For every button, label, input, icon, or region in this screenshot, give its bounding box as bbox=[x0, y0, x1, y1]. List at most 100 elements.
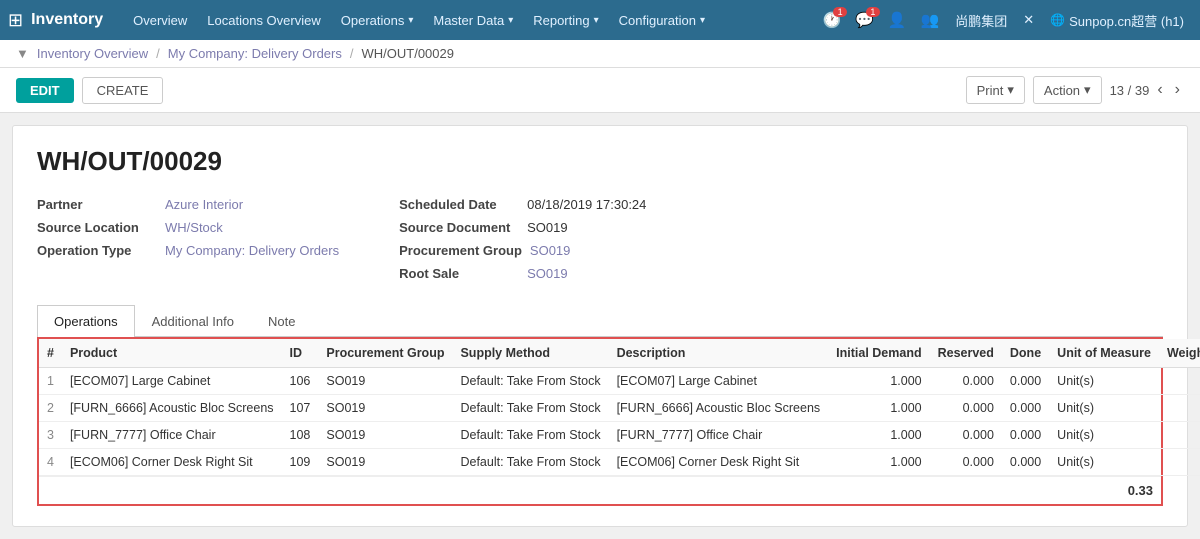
user-icon[interactable]: 👤 bbox=[882, 7, 913, 33]
scheduled-date-label: Scheduled Date bbox=[399, 197, 519, 212]
operation-type-label: Operation Type bbox=[37, 243, 157, 258]
col-num: # bbox=[39, 339, 62, 368]
breadcrumb-delivery-orders[interactable]: My Company: Delivery Orders bbox=[168, 46, 342, 61]
chat-icon[interactable]: 💬1 bbox=[849, 7, 880, 33]
company-name[interactable]: 尚鹏集团 bbox=[947, 11, 1015, 30]
toolbar: EDIT CREATE Print ▾ Action ▾ 13 / 39 ‹ › bbox=[0, 68, 1200, 113]
nav-item-operations[interactable]: Operations ▾ bbox=[331, 0, 424, 40]
create-button[interactable]: CREATE bbox=[82, 77, 164, 104]
chevron-down-icon: ▾ bbox=[700, 15, 705, 26]
source-document-field: Source Document SO019 bbox=[399, 220, 646, 235]
cell-initial-demand: 1.000 bbox=[828, 449, 929, 476]
cell-initial-demand: 1.000 bbox=[828, 422, 929, 449]
nav-item-configuration[interactable]: Configuration ▾ bbox=[609, 0, 715, 40]
chevron-down-icon: ▾ bbox=[1084, 82, 1091, 98]
breadcrumb-collapse-icon[interactable]: ▼ bbox=[16, 46, 29, 61]
procurement-group-label: Procurement Group bbox=[399, 243, 522, 258]
right-fields: Scheduled Date 08/18/2019 17:30:24 Sourc… bbox=[399, 197, 646, 281]
cell-id: 109 bbox=[282, 449, 319, 476]
source-document-label: Source Document bbox=[399, 220, 519, 235]
cell-weight-demand: 0.00 bbox=[1159, 395, 1200, 422]
operation-type-field: Operation Type My Company: Delivery Orde… bbox=[37, 243, 339, 258]
scheduled-date-value: 08/18/2019 17:30:24 bbox=[527, 197, 646, 212]
cell-proc-group: SO019 bbox=[318, 422, 452, 449]
root-sale-field: Root Sale SO019 bbox=[399, 266, 646, 281]
table-row: 4 [ECOM06] Corner Desk Right Sit 109 SO0… bbox=[39, 449, 1200, 476]
tabs-bar: Operations Additional Info Note bbox=[37, 305, 1163, 337]
scheduled-date-field: Scheduled Date 08/18/2019 17:30:24 bbox=[399, 197, 646, 212]
col-weight-demand: Weight Demand bbox=[1159, 339, 1200, 368]
top-navigation: ⊞ Inventory Overview Locations Overview … bbox=[0, 0, 1200, 40]
nav-item-overview[interactable]: Overview bbox=[123, 0, 197, 40]
procurement-group-field: Procurement Group SO019 bbox=[399, 243, 646, 258]
source-location-value[interactable]: WH/Stock bbox=[165, 220, 223, 235]
cell-product: [ECOM06] Corner Desk Right Sit bbox=[62, 449, 282, 476]
pager-prev-button[interactable]: ‹ bbox=[1153, 81, 1166, 99]
root-sale-value[interactable]: SO019 bbox=[527, 266, 567, 281]
cell-done: 0.000 bbox=[1002, 449, 1049, 476]
cell-product: [FURN_7777] Office Chair bbox=[62, 422, 282, 449]
print-button[interactable]: Print ▾ bbox=[966, 76, 1025, 104]
clock-icon[interactable]: 🕐1 bbox=[816, 7, 847, 33]
operations-tbody: 1 [ECOM07] Large Cabinet 106 SO019 Defau… bbox=[39, 368, 1200, 476]
cell-initial-demand: 1.000 bbox=[828, 368, 929, 395]
col-done: Done bbox=[1002, 339, 1049, 368]
cell-description: [ECOM07] Large Cabinet bbox=[609, 368, 829, 395]
tab-note[interactable]: Note bbox=[251, 305, 312, 337]
partner-value[interactable]: Azure Interior bbox=[165, 197, 243, 212]
cell-uom: Unit(s) bbox=[1049, 449, 1159, 476]
nav-item-reporting[interactable]: Reporting ▾ bbox=[523, 0, 608, 40]
cell-num: 4 bbox=[39, 449, 62, 476]
tab-operations[interactable]: Operations bbox=[37, 305, 135, 337]
cell-description: [ECOM06] Corner Desk Right Sit bbox=[609, 449, 829, 476]
user-name: 🌐 Sunpop.cn超营 (h1) bbox=[1042, 11, 1192, 30]
contacts-icon[interactable]: 👥 bbox=[915, 7, 946, 33]
action-button[interactable]: Action ▾ bbox=[1033, 76, 1102, 104]
cell-weight-demand: 0.00 bbox=[1159, 449, 1200, 476]
nav-item-masterdata[interactable]: Master Data ▾ bbox=[423, 0, 523, 40]
close-icon[interactable]: ✕ bbox=[1017, 8, 1040, 32]
cell-product: [ECOM07] Large Cabinet bbox=[62, 368, 282, 395]
col-id: ID bbox=[282, 339, 319, 368]
cell-uom: Unit(s) bbox=[1049, 395, 1159, 422]
root-sale-label: Root Sale bbox=[399, 266, 519, 281]
chevron-down-icon: ▾ bbox=[408, 15, 413, 26]
breadcrumb-separator: / bbox=[156, 46, 160, 61]
cell-done: 0.000 bbox=[1002, 395, 1049, 422]
breadcrumb: ▼ Inventory Overview / My Company: Deliv… bbox=[0, 40, 1200, 68]
procurement-group-value[interactable]: SO019 bbox=[530, 243, 570, 258]
chevron-down-icon: ▾ bbox=[594, 15, 599, 26]
col-supply-method: Supply Method bbox=[452, 339, 608, 368]
cell-reserved: 0.000 bbox=[930, 395, 1002, 422]
pager-next-button[interactable]: › bbox=[1171, 81, 1184, 99]
table-row: 3 [FURN_7777] Office Chair 108 SO019 Def… bbox=[39, 422, 1200, 449]
cell-weight-demand: 0.33 bbox=[1159, 368, 1200, 395]
cell-supply-method: Default: Take From Stock bbox=[452, 449, 608, 476]
cell-initial-demand: 1.000 bbox=[828, 395, 929, 422]
app-title: Inventory bbox=[31, 11, 103, 29]
cell-description: [FURN_7777] Office Chair bbox=[609, 422, 829, 449]
toolbar-right: Print ▾ Action ▾ 13 / 39 ‹ › bbox=[966, 76, 1184, 104]
edit-button[interactable]: EDIT bbox=[16, 78, 74, 103]
operation-type-value[interactable]: My Company: Delivery Orders bbox=[165, 243, 339, 258]
tab-additional-info[interactable]: Additional Info bbox=[135, 305, 251, 337]
col-description: Description bbox=[609, 339, 829, 368]
main-content: WH/OUT/00029 Partner Azure Interior Sour… bbox=[12, 125, 1188, 527]
cell-id: 106 bbox=[282, 368, 319, 395]
cell-reserved: 0.000 bbox=[930, 449, 1002, 476]
cell-supply-method: Default: Take From Stock bbox=[452, 395, 608, 422]
app-grid-icon[interactable]: ⊞ bbox=[8, 10, 23, 31]
cell-num: 3 bbox=[39, 422, 62, 449]
cell-supply-method: Default: Take From Stock bbox=[452, 368, 608, 395]
cell-num: 1 bbox=[39, 368, 62, 395]
breadcrumb-inventory-overview[interactable]: Inventory Overview bbox=[37, 46, 148, 61]
fields-section: Partner Azure Interior Source Location W… bbox=[37, 197, 1163, 281]
cell-supply-method: Default: Take From Stock bbox=[452, 422, 608, 449]
nav-item-locations[interactable]: Locations Overview bbox=[197, 0, 330, 40]
col-product: Product bbox=[62, 339, 282, 368]
cell-proc-group: SO019 bbox=[318, 449, 452, 476]
cell-uom: Unit(s) bbox=[1049, 368, 1159, 395]
col-reserved: Reserved bbox=[930, 339, 1002, 368]
operations-table: # Product ID Procurement Group Supply Me… bbox=[39, 339, 1200, 476]
cell-reserved: 0.000 bbox=[930, 368, 1002, 395]
